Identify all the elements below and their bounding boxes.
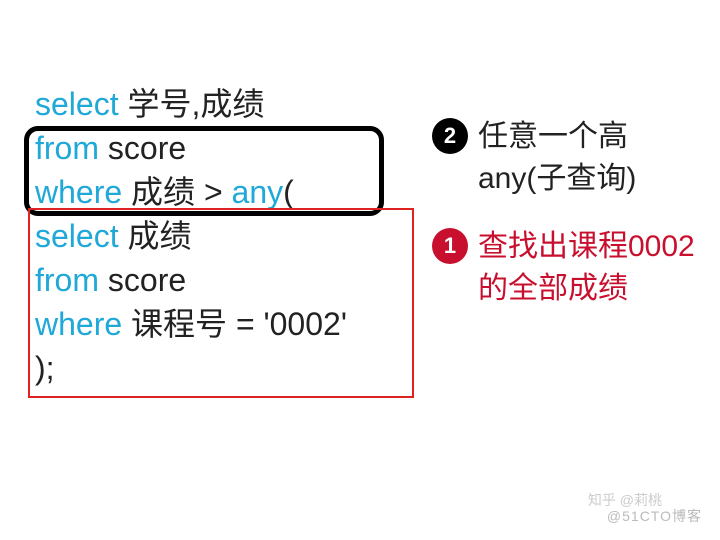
text-cond: 课程号 = '0002' <box>122 306 347 342</box>
code-line-6: where 课程号 = '0002' <box>35 302 347 346</box>
annotation-1-line1: 查找出课程0002 <box>478 230 695 263</box>
text-cols: 学号,成绩 <box>119 86 265 122</box>
annotation-2-text: 任意一个高 any(子查询) <box>478 116 636 200</box>
keyword-from-2: from <box>35 262 99 298</box>
annotation-1-line2: 的全部成绩 <box>478 272 628 305</box>
text-col-2: 成绩 <box>119 218 192 254</box>
text-table-1: score <box>99 130 186 166</box>
badge-2-icon: 2 <box>432 118 468 154</box>
code-line-5: from score <box>35 258 347 302</box>
annotation-1-text: 查找出课程0002 的全部成绩 <box>478 226 695 310</box>
annotation-panel: 2 任意一个高 any(子查询) 1 查找出课程0002 的全部成绩 <box>432 116 695 318</box>
keyword-where-1: where <box>35 174 122 210</box>
keyword-where-2: where <box>35 306 122 342</box>
sql-code-block: select 学号,成绩 from score where 成绩 > any( … <box>35 82 347 390</box>
annotation-1: 1 查找出课程0002 的全部成绩 <box>432 226 695 310</box>
keyword-any: any <box>232 174 284 210</box>
annotation-2: 2 任意一个高 any(子查询) <box>432 116 695 200</box>
watermark-51cto: @51CTO博客 <box>607 506 702 526</box>
keyword-select-1: select <box>35 86 119 122</box>
code-line-3: where 成绩 > any( <box>35 170 347 214</box>
text-pred: 成绩 > <box>122 174 231 210</box>
badge-1-icon: 1 <box>432 228 468 264</box>
annotation-2-line2: any(子查询) <box>478 162 636 195</box>
code-line-2: from score <box>35 126 347 170</box>
code-line-1: select 学号,成绩 <box>35 82 347 126</box>
code-line-4: select 成绩 <box>35 214 347 258</box>
annotation-2-line1: 任意一个高 <box>478 120 628 153</box>
text-table-2: score <box>99 262 186 298</box>
keyword-from-1: from <box>35 130 99 166</box>
keyword-select-2: select <box>35 218 119 254</box>
code-line-7: ); <box>35 346 347 390</box>
paren-open: ( <box>283 174 294 210</box>
slide-container: select 学号,成绩 from score where 成绩 > any( … <box>0 0 720 540</box>
paren-close: ); <box>35 350 55 386</box>
